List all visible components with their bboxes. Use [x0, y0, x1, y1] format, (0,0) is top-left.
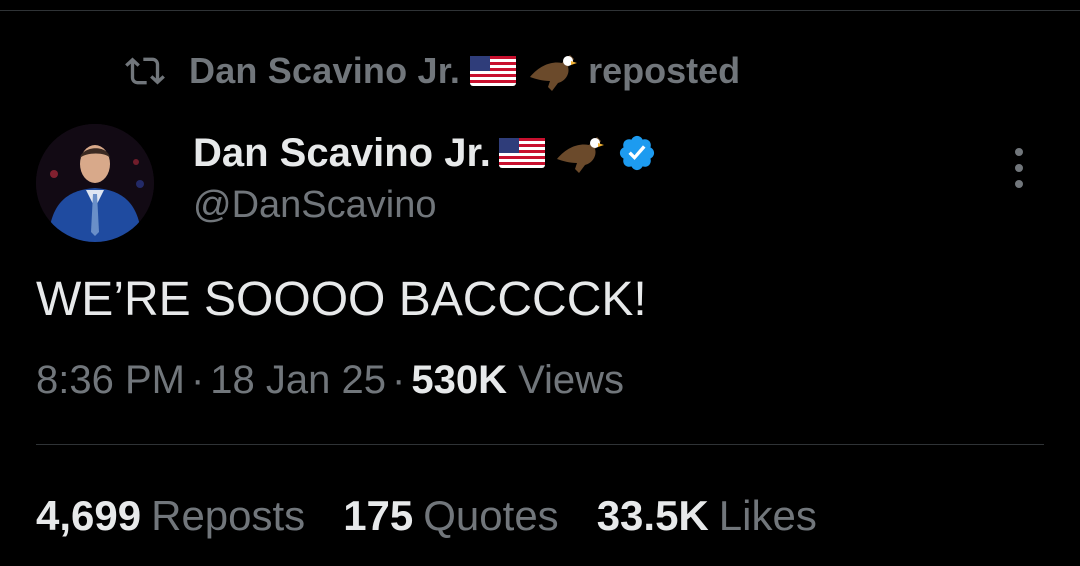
- tweet-date[interactable]: 18 Jan 25: [210, 358, 386, 402]
- separator: ·: [190, 358, 205, 402]
- likes-label: Likes: [718, 492, 817, 539]
- top-divider: [0, 10, 1080, 11]
- reposts-stat[interactable]: 4,699 Reposts: [36, 492, 305, 540]
- eagle-icon: [556, 137, 604, 173]
- stats-divider: [36, 444, 1044, 445]
- us-flag-icon: [498, 138, 545, 168]
- reposts-label: Reposts: [151, 492, 306, 539]
- reposter-name[interactable]: Dan Scavino Jr.: [189, 50, 460, 92]
- tweet-time[interactable]: 8:36 PM: [36, 358, 185, 402]
- eagle-icon: [530, 55, 578, 91]
- quotes-label: Quotes: [423, 492, 559, 539]
- quotes-count: 175: [343, 492, 414, 539]
- tweet-text: WE’RE SOOOO BACCCCK!: [36, 273, 647, 326]
- author-block: Dan Scavino Jr. @DanScavino: [193, 126, 657, 227]
- verified-badge-icon: [619, 135, 655, 171]
- separator: ·: [392, 358, 406, 402]
- views-label: Views: [518, 358, 625, 402]
- avatar[interactable]: [36, 124, 154, 242]
- avatar-photo: [36, 124, 154, 242]
- more-dot-icon: [1015, 148, 1023, 156]
- display-name-row: Dan Scavino Jr.: [193, 126, 657, 180]
- us-flag-icon: [470, 56, 517, 86]
- quotes-stat[interactable]: 175 Quotes: [343, 492, 559, 540]
- reposts-count: 4,699: [36, 492, 142, 539]
- likes-stat[interactable]: 33.5K Likes: [597, 492, 817, 540]
- likes-count: 33.5K: [596, 492, 709, 539]
- author-handle[interactable]: @DanScavino: [193, 184, 657, 227]
- views-count: 530K: [411, 358, 507, 402]
- repost-action-label: reposted: [588, 50, 741, 91]
- more-dot-icon: [1015, 164, 1023, 172]
- repost-icon: [125, 57, 165, 85]
- engagement-stats: 4,699 Reposts 175 Quotes 33.5K Likes: [36, 492, 817, 540]
- more-options-button[interactable]: [1004, 146, 1034, 190]
- repost-banner[interactable]: Dan Scavino Jr. reposted: [125, 48, 740, 94]
- display-name[interactable]: Dan Scavino Jr.: [193, 131, 491, 176]
- more-dot-icon: [1015, 180, 1023, 188]
- tweet-meta: 8:36 PM · 18 Jan 25 · 530K Views: [36, 358, 624, 403]
